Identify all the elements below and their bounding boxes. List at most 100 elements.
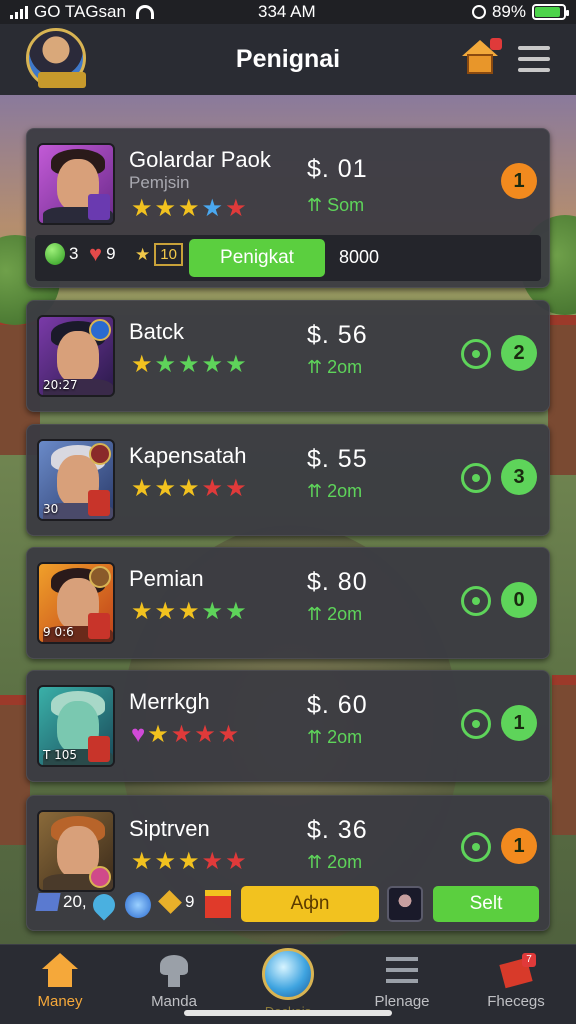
alarm-icon bbox=[471, 5, 486, 19]
portrait-caption: 9 0:6 bbox=[43, 625, 74, 639]
refresh-icon[interactable] bbox=[461, 586, 491, 616]
nav-item-manda[interactable]: Manda bbox=[119, 953, 229, 1010]
class-badge-icon bbox=[88, 194, 110, 220]
page-title: Penignai bbox=[235, 45, 341, 73]
hero-card-3[interactable]: 30 Kapensatah ★ ★ ★ ★ ★ $. 55 ⇈ 2om 3 bbox=[26, 424, 550, 536]
clock: 334 AM bbox=[258, 2, 316, 21]
refresh-icon[interactable] bbox=[461, 339, 491, 369]
blue-orb-icon bbox=[125, 892, 151, 918]
star-icon: ★ bbox=[225, 475, 247, 502]
hero-subtitle: Pemjsin bbox=[129, 173, 190, 192]
heart-count: ♥ 9 bbox=[89, 241, 116, 266]
hero-card-2[interactable]: 20:27 Batck ★ ★ ★ ★ ★ $. 56 ⇈ 2om 2 bbox=[26, 300, 550, 412]
battery-icon bbox=[532, 4, 569, 20]
rank-badge: 1 bbox=[501, 705, 537, 741]
star-icon: ★ bbox=[178, 351, 200, 378]
hero-price: $. 60 bbox=[307, 691, 368, 719]
center-orb-button[interactable] bbox=[262, 948, 314, 1000]
hero-price: $. 01 bbox=[307, 155, 368, 183]
nav-item-maney[interactable]: Maney bbox=[5, 953, 115, 1010]
hero-name: Golardar Paok bbox=[129, 147, 271, 172]
hero-card-6[interactable]: Siptrven ★ ★ ★ ★ ★ $. 36 ⇈ 2om 1 20, 9 Aфn S… bbox=[26, 795, 550, 931]
menu-button[interactable] bbox=[518, 46, 550, 72]
rank-badge: 1 bbox=[501, 828, 537, 864]
home-shop-button[interactable] bbox=[462, 38, 502, 76]
star-icon: ★ bbox=[201, 351, 224, 378]
portrait-caption: T 105 bbox=[43, 748, 78, 762]
star-icon: ★ bbox=[225, 351, 247, 378]
block-count: 20, bbox=[35, 892, 87, 912]
rank-badge: 1 bbox=[501, 163, 537, 199]
hero-card-1[interactable]: Golardar Paok Pemjsin ★ ★ ★ ★ ★ $. 01 ⇈ Som … bbox=[26, 128, 550, 288]
hero-card-5[interactable]: T 105 Merrkgh ♥ ★ ★ ★ ★ $. 60 ⇈ 2om 1 bbox=[26, 670, 550, 782]
star-icon: ★ bbox=[201, 598, 224, 625]
refresh-icon[interactable] bbox=[461, 709, 491, 739]
hero-price: $. 36 bbox=[307, 816, 368, 844]
class-badge-icon bbox=[89, 866, 111, 888]
timer-value: Som bbox=[327, 195, 365, 215]
star-rating: ★ ★ ★ ★ ★ bbox=[131, 197, 247, 221]
list-icon bbox=[382, 953, 422, 989]
nav-item-fhecegs[interactable]: 7 Fhecegs bbox=[461, 953, 571, 1010]
nav-label: Fhecegs bbox=[487, 993, 545, 1010]
app-header: Penignai bbox=[0, 24, 576, 95]
gift-icon: 7 bbox=[496, 953, 536, 989]
sell-button[interactable]: Selt bbox=[433, 886, 539, 922]
timer-value: 2om bbox=[327, 357, 363, 377]
star-icon: ★ bbox=[225, 848, 247, 875]
star-icon: ★ bbox=[131, 848, 153, 875]
rank-badge: 2 bbox=[501, 335, 537, 371]
star-icon: ★ bbox=[154, 848, 177, 875]
hero-portrait bbox=[37, 810, 115, 892]
hero-portrait: T 105 bbox=[37, 685, 115, 767]
refresh-icon[interactable] bbox=[461, 832, 491, 862]
refresh-icon[interactable] bbox=[461, 463, 491, 493]
green-gem-icon bbox=[45, 243, 65, 265]
timer-value: 2om bbox=[327, 852, 363, 872]
rank-gem-icon bbox=[88, 736, 110, 762]
hero-portrait: 9 0:6 bbox=[37, 562, 115, 644]
timer-value: 2om bbox=[327, 481, 363, 501]
hero-name: Siptrven bbox=[129, 816, 210, 841]
nav-badge: 7 bbox=[522, 953, 536, 967]
mushroom-icon bbox=[154, 953, 194, 989]
hero-name: Merrkgh bbox=[129, 689, 210, 714]
star-icon: ★ bbox=[154, 475, 177, 502]
star-rating: ★ ★ ★ ★ ★ bbox=[131, 477, 247, 501]
hero-price: $. 56 bbox=[307, 321, 368, 349]
background-house-right bbox=[548, 315, 576, 475]
star-icon: ★ bbox=[131, 598, 153, 625]
rank-gem-icon bbox=[88, 613, 110, 639]
mini-avatar[interactable] bbox=[387, 886, 423, 922]
star-icon: ★ bbox=[225, 195, 247, 222]
star-icon: ★ bbox=[154, 195, 177, 222]
timer-value: 2om bbox=[327, 727, 363, 747]
star-icon: ★ bbox=[178, 848, 200, 875]
portrait-caption: 30 bbox=[43, 502, 59, 516]
nav-label: Maney bbox=[37, 993, 83, 1010]
hero-price: $. 80 bbox=[307, 568, 368, 596]
home-icon bbox=[40, 953, 80, 989]
hero-name: Pemian bbox=[129, 566, 204, 591]
star-icon: ★ bbox=[201, 195, 224, 222]
star-rating: ★ ★ ★ ★ ★ bbox=[131, 850, 247, 874]
portrait-caption: 20:27 bbox=[43, 378, 78, 392]
heart-icon: ♥ bbox=[131, 721, 146, 748]
star-icon: ★ bbox=[217, 721, 240, 748]
hero-card-4[interactable]: 9 0:6 Pemian ★ ★ ★ ★ ★ $. 80 ⇈ 2om 0 bbox=[26, 547, 550, 659]
background-house-bottom-right bbox=[552, 675, 576, 835]
yellow-action-button[interactable]: Aфn bbox=[241, 886, 379, 922]
coin-count: ★ 10 bbox=[135, 243, 183, 266]
hero-name: Batck bbox=[129, 319, 185, 344]
signal-icon bbox=[10, 5, 28, 19]
blue-gem-icon bbox=[88, 889, 120, 921]
gift-icon bbox=[205, 890, 231, 918]
nav-item-plenage[interactable]: Plenage bbox=[347, 953, 457, 1010]
amount-value: 8000 bbox=[339, 247, 380, 267]
star-rating: ♥ ★ ★ ★ ★ bbox=[131, 723, 239, 747]
hero-timer: ⇈ 2om bbox=[307, 852, 363, 872]
upgrade-button[interactable]: Penigkat bbox=[189, 239, 325, 277]
hero-timer: ⇈ 2om bbox=[307, 727, 363, 747]
home-icon bbox=[467, 54, 493, 74]
star-icon: ★ bbox=[178, 475, 200, 502]
